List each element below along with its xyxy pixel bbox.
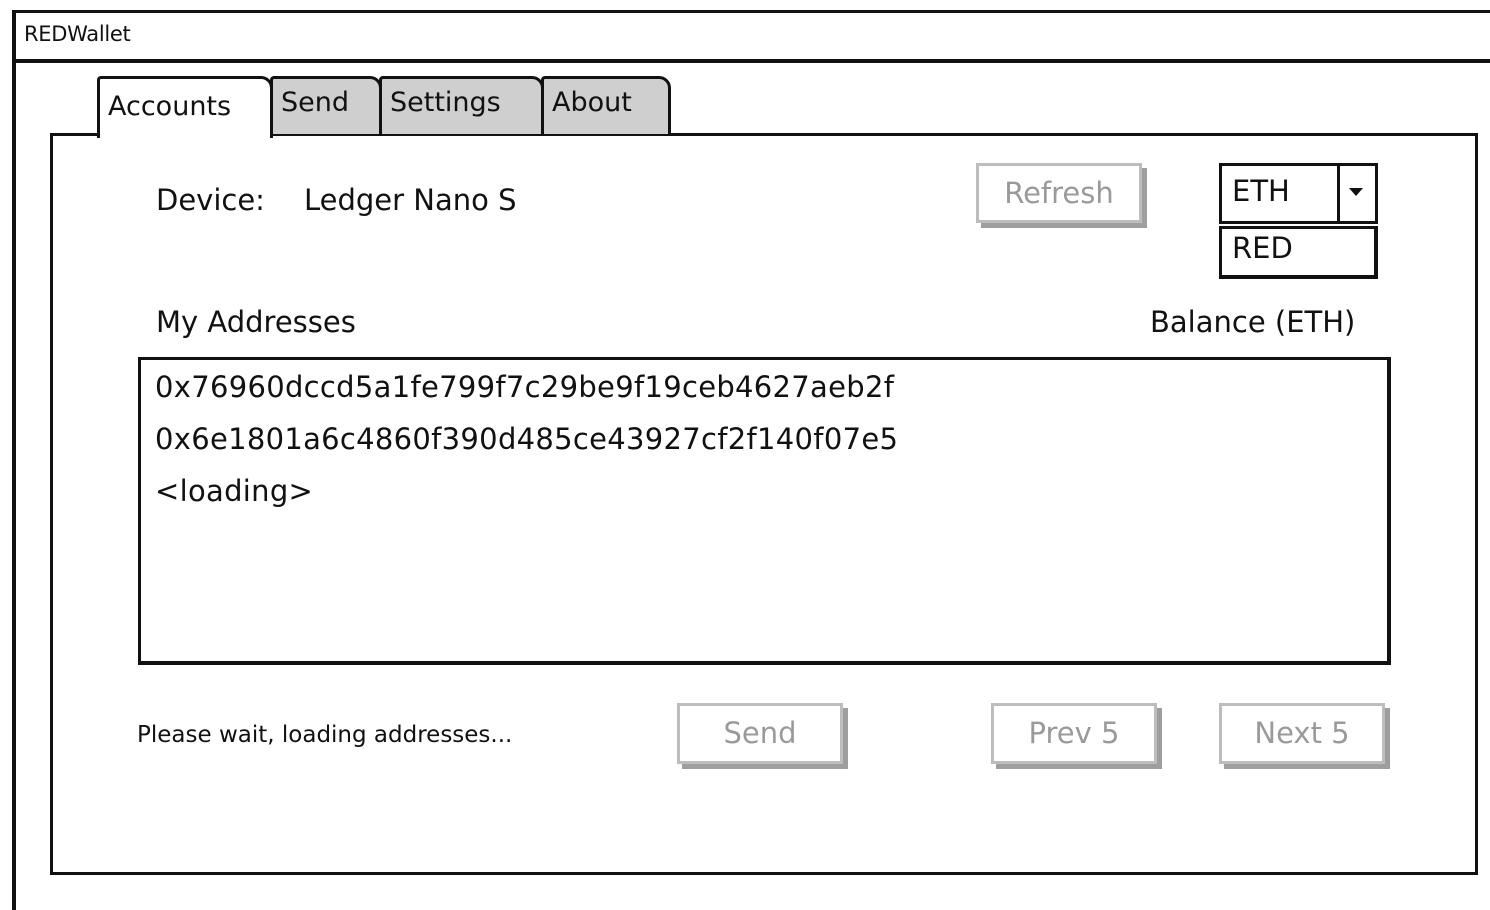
list-item[interactable]: 0x76960dccd5a1fe799f7c29be9f19ceb4627aeb… <box>155 370 894 404</box>
balance-heading: Balance (ETH) <box>1150 305 1356 339</box>
send-button-label: Send <box>723 716 797 750</box>
tab-settings-label: Settings <box>390 87 501 118</box>
currency-selected-value: ETH <box>1232 174 1290 208</box>
status-text: Please wait, loading addresses... <box>137 722 513 748</box>
tab-settings[interactable]: Settings <box>379 76 544 134</box>
chevron-down-icon <box>1349 188 1363 196</box>
send-button[interactable]: Send <box>677 703 843 764</box>
address-list[interactable]: 0x76960dccd5a1fe799f7c29be9f19ceb4627aeb… <box>138 357 1391 665</box>
window-title: REDWallet <box>24 22 131 46</box>
list-item[interactable]: 0x6e1801a6c4860f390d485ce43927cf2f140f07… <box>155 422 898 456</box>
addresses-heading: My Addresses <box>156 305 356 339</box>
tab-accounts[interactable]: Accounts <box>97 76 273 138</box>
currency-dropdown-toggle[interactable] <box>1337 166 1375 221</box>
list-item[interactable]: <loading> <box>155 474 313 508</box>
currency-select[interactable]: ETH <box>1219 163 1378 224</box>
tab-about-label: About <box>552 87 632 118</box>
tab-send-label: Send <box>281 87 350 118</box>
next-page-button-label: Next 5 <box>1254 716 1350 750</box>
currency-option-red[interactable]: RED <box>1219 226 1378 279</box>
refresh-button-label: Refresh <box>1004 176 1114 210</box>
device-label: Device: <box>156 183 265 217</box>
tab-about[interactable]: About <box>541 76 671 134</box>
title-bar: REDWallet <box>16 13 1490 63</box>
currency-option-label: RED <box>1232 231 1293 265</box>
tab-accounts-label: Accounts <box>108 91 232 122</box>
next-page-button[interactable]: Next 5 <box>1219 703 1385 764</box>
prev-page-button-label: Prev 5 <box>1028 716 1120 750</box>
device-name: Ledger Nano S <box>304 183 517 217</box>
tab-send[interactable]: Send <box>270 76 382 134</box>
prev-page-button[interactable]: Prev 5 <box>991 703 1157 764</box>
refresh-button[interactable]: Refresh <box>976 163 1142 223</box>
